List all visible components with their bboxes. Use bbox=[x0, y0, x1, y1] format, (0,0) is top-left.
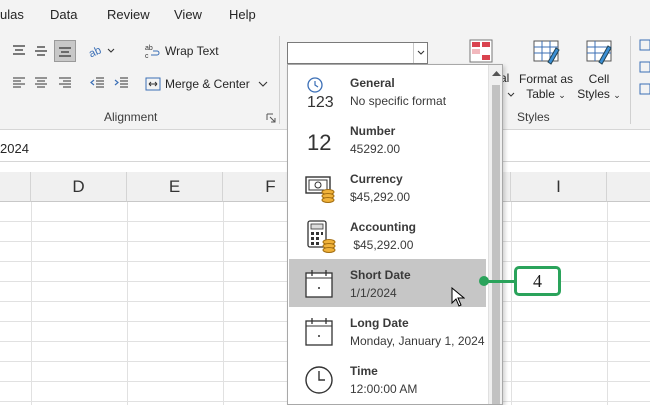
format-as-table-button[interactable]: Format as Table ⌄ bbox=[518, 38, 574, 103]
step-callout-label: 4 bbox=[533, 270, 542, 291]
format-name: Currency bbox=[350, 172, 403, 186]
calendar-icon bbox=[303, 267, 339, 301]
align-top-icon bbox=[13, 45, 25, 55]
column-header-e[interactable]: E bbox=[127, 172, 223, 202]
align-bottom-icon bbox=[59, 47, 71, 57]
mouse-cursor-icon bbox=[451, 287, 465, 307]
align-left-button[interactable] bbox=[8, 72, 30, 94]
number-format-combo[interactable] bbox=[287, 42, 428, 64]
format-option-currency[interactable]: Currency $45,292.00 bbox=[289, 163, 486, 211]
format-option-time[interactable]: Time 12:00:00 AM bbox=[289, 355, 486, 403]
merge-center-label: Merge & Center bbox=[165, 77, 250, 91]
orientation-button[interactable]: ab bbox=[86, 40, 118, 62]
format-sample: 45292.00 bbox=[350, 142, 401, 156]
column-header-c[interactable] bbox=[0, 172, 31, 202]
cell-styles-label-1: Cell bbox=[588, 72, 610, 86]
wrap-text-label: Wrap Text bbox=[165, 44, 219, 58]
currency-icon bbox=[303, 171, 339, 205]
align-center-button[interactable] bbox=[30, 72, 52, 94]
format-name: Number bbox=[350, 124, 396, 138]
formula-bar-text: 2024 bbox=[0, 141, 29, 156]
format-sample: $45,292.00 bbox=[350, 238, 414, 252]
callout-connector bbox=[485, 280, 515, 283]
insert-cells-icon[interactable] bbox=[638, 38, 650, 98]
format-option-number[interactable]: 12 Number 45292.00 bbox=[289, 115, 486, 163]
svg-text:c: c bbox=[145, 53, 149, 59]
menu-view[interactable]: View bbox=[174, 7, 202, 22]
format-sample: Monday, January 1, 2024 bbox=[350, 334, 485, 348]
column-header-j[interactable] bbox=[607, 172, 650, 202]
align-right-button[interactable] bbox=[54, 72, 76, 94]
align-center-icon bbox=[35, 77, 47, 88]
align-middle-button[interactable] bbox=[30, 40, 52, 62]
calendar-icon bbox=[303, 315, 339, 349]
merge-center-icon bbox=[145, 77, 161, 91]
menu-bar: ulas Data Review View Help bbox=[0, 0, 650, 30]
format-as-table-label-2: Table ⌄ bbox=[526, 87, 566, 101]
cell-styles-button[interactable]: Cell Styles ⌄ bbox=[576, 38, 622, 103]
alignment-group-label: Alignment bbox=[104, 110, 158, 124]
menu-data[interactable]: Data bbox=[50, 7, 77, 22]
chevron-down-icon bbox=[507, 92, 515, 97]
menu-formulas[interactable]: ulas bbox=[0, 7, 24, 22]
column-header-i[interactable]: I bbox=[511, 172, 607, 202]
clock-123-icon: 123 bbox=[303, 75, 339, 109]
clock-icon bbox=[303, 363, 339, 397]
format-sample: $45,292.00 bbox=[350, 190, 411, 204]
format-sample: No specific format bbox=[350, 94, 447, 108]
menu-review[interactable]: Review bbox=[107, 7, 150, 22]
scroll-up-icon bbox=[492, 71, 501, 76]
format-name: General bbox=[350, 76, 395, 90]
merge-center-button[interactable]: Merge & Center bbox=[145, 73, 268, 95]
increase-indent-button[interactable] bbox=[110, 72, 132, 94]
group-separator bbox=[279, 36, 280, 124]
svg-text:ab: ab bbox=[145, 45, 153, 52]
format-option-general[interactable]: 123 General No specific format bbox=[289, 67, 486, 115]
cell-styles-icon bbox=[586, 40, 612, 65]
format-name: Accounting bbox=[350, 220, 416, 234]
format-option-accounting[interactable]: Accounting $45,292.00 bbox=[289, 211, 486, 259]
svg-text:123: 123 bbox=[307, 94, 334, 109]
number-format-dropdown-arrow[interactable] bbox=[413, 43, 427, 63]
format-option-long-date[interactable]: Long Date Monday, January 1, 2024 bbox=[289, 307, 486, 355]
styles-group-label: Styles bbox=[517, 110, 550, 124]
decrease-indent-button[interactable] bbox=[86, 72, 108, 94]
dialog-launcher-icon[interactable] bbox=[266, 113, 276, 123]
decrease-indent-icon bbox=[90, 77, 104, 88]
chevron-down-icon bbox=[258, 81, 268, 87]
align-bottom-button[interactable] bbox=[54, 40, 76, 62]
align-right-icon bbox=[59, 77, 71, 88]
align-left-icon bbox=[13, 77, 25, 88]
orientation-icon: ab bbox=[88, 44, 115, 58]
step-callout: 4 bbox=[514, 266, 561, 296]
scrollbar-thumb[interactable] bbox=[492, 85, 500, 404]
format-sample: 12:00:00 AM bbox=[350, 382, 418, 396]
column-header-d[interactable]: D bbox=[31, 172, 127, 202]
align-middle-icon bbox=[35, 46, 47, 56]
svg-text:12: 12 bbox=[307, 130, 331, 155]
format-name: Short Date bbox=[350, 268, 411, 282]
format-name: Time bbox=[350, 364, 378, 378]
group-separator bbox=[630, 36, 631, 124]
wrap-text-button[interactable]: ab c Wrap Text bbox=[145, 40, 219, 62]
number-format-dropdown: 123 General No specific format 12 Number… bbox=[287, 64, 503, 405]
dropdown-scrollbar[interactable] bbox=[488, 65, 502, 404]
chevron-down-icon bbox=[417, 50, 424, 55]
accounting-icon bbox=[303, 219, 339, 253]
format-as-table-icon bbox=[533, 40, 560, 65]
align-top-button[interactable] bbox=[8, 40, 30, 62]
number-12-icon: 12 bbox=[303, 123, 339, 157]
format-as-table-label-1: Format as bbox=[518, 72, 573, 86]
svg-text:ab: ab bbox=[88, 44, 103, 58]
format-name: Long Date bbox=[350, 316, 409, 330]
format-sample: 1/1/2024 bbox=[350, 286, 397, 300]
increase-indent-icon bbox=[114, 77, 128, 88]
cell-styles-label-2: Styles ⌄ bbox=[577, 87, 621, 101]
wrap-text-icon: abc bbox=[145, 45, 160, 59]
menu-help[interactable]: Help bbox=[229, 7, 256, 22]
conditional-formatting-icon bbox=[469, 39, 493, 63]
